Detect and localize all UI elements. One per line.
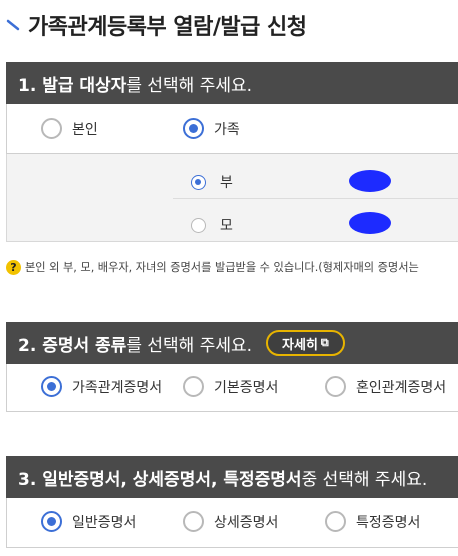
radio-family-label: 가족 [214, 121, 240, 138]
radio-circle [183, 376, 204, 397]
section1-header: 1. 발급 대상자 를 선택해 주세요. [6, 62, 458, 104]
page-title: 가족관계등록부 열람/발급 신청 [6, 8, 307, 42]
section2-header: 2. 증명서 종류 를 선택해 주세요. 자세히 ⧉ [6, 322, 458, 364]
notice-text: 본인 외 부, 모, 배우자, 자녀의 증명서를 발급받을 수 있습니다.(형제… [25, 261, 419, 274]
radio-label: 상세증명서 [214, 514, 279, 531]
question-icon: ? [6, 259, 21, 275]
section3-header: 3. 일반증명서, 상세증명서, 특정증명서 중 선택해 주세요. [6, 456, 458, 498]
section2-options: 가족관계증명서 기본증명서 혼인관계증명서 [6, 364, 458, 412]
section2-header-bold: 2. 증명서 종류 [18, 335, 127, 356]
section1-header-rest: 를 선택해 주세요. [126, 75, 253, 96]
radio-label: 가족관계증명서 [72, 379, 163, 396]
section1-header-bold: 1. 발급 대상자 [18, 75, 127, 96]
radio-circle [41, 376, 62, 397]
radio-general-cert[interactable]: 일반증명서 [41, 511, 136, 532]
radio-label: 기본증명서 [214, 379, 279, 396]
title-slash-icon [6, 18, 20, 32]
radio-family[interactable]: 가족 [183, 118, 240, 139]
page-title-text: 가족관계등록부 열람/발급 신청 [28, 15, 307, 40]
radio-self-label: 본인 [72, 121, 98, 138]
radio-label: 특정증명서 [356, 514, 421, 531]
redacted-name-mother [349, 212, 391, 234]
radio-circle [41, 511, 62, 532]
radio-label: 혼인관계증명서 [356, 379, 447, 396]
section1-options: 본인 가족 [6, 104, 458, 154]
radio-basic-cert[interactable]: 기본증명서 [183, 376, 278, 397]
section3-options: 일반증명서 상세증명서 특정증명서 [6, 498, 458, 548]
notice: ? 본인 외 부, 모, 배우자, 자녀의 증명서를 발급받을 수 있습니다.(… [6, 259, 458, 275]
radio-circle [41, 118, 62, 139]
radio-circle [191, 217, 206, 233]
section2-header-rest: 를 선택해 주세요. [126, 335, 253, 356]
detail-button-label: 자세히 [282, 337, 318, 353]
radio-circle [191, 174, 206, 190]
radio-circle [183, 118, 204, 139]
radio-self[interactable]: 본인 [41, 118, 98, 139]
section3-header-rest: 중 선택해 주세요. [301, 469, 428, 490]
radio-specific-cert[interactable]: 특정증명서 [325, 511, 420, 532]
radio-circle [325, 511, 346, 532]
radio-marriage-cert[interactable]: 혼인관계증명서 [325, 376, 446, 397]
external-link-icon: ⧉ [320, 336, 329, 349]
radio-family-relation-cert[interactable]: 가족관계증명서 [41, 376, 162, 397]
radio-circle [325, 376, 346, 397]
family-member-box: 부 모 [6, 154, 458, 242]
radio-mother-label: 모 [220, 218, 233, 234]
radio-circle [183, 511, 204, 532]
radio-detailed-cert[interactable]: 상세증명서 [183, 511, 278, 532]
radio-father[interactable]: 부 [191, 172, 233, 192]
radio-father-label: 부 [220, 175, 233, 191]
divider [173, 198, 458, 199]
radio-label: 일반증명서 [72, 514, 137, 531]
radio-mother[interactable]: 모 [191, 215, 233, 235]
redacted-name-father [349, 170, 391, 192]
section3-header-bold: 3. 일반증명서, 상세증명서, 특정증명서 [18, 469, 302, 490]
detail-button[interactable]: 자세히 ⧉ [266, 330, 345, 356]
